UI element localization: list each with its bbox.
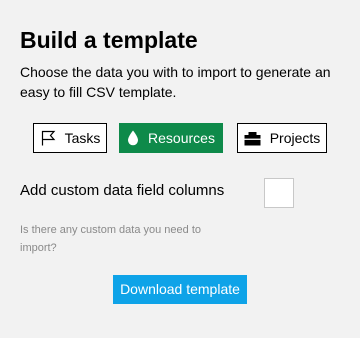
drop-icon bbox=[128, 130, 139, 146]
download-template-button[interactable]: Download template bbox=[113, 275, 247, 304]
tasks-button[interactable]: Tasks bbox=[33, 123, 107, 153]
resources-button-label: Resources bbox=[148, 130, 215, 146]
custom-fields-help: Is there any custom data you need to imp… bbox=[20, 224, 202, 254]
build-template-panel: Build a template Choose the data you wit… bbox=[0, 0, 360, 338]
flag-icon bbox=[41, 130, 55, 146]
projects-button[interactable]: Projects bbox=[237, 123, 327, 153]
tasks-button-label: Tasks bbox=[64, 130, 101, 146]
briefcase-icon bbox=[244, 131, 261, 145]
custom-fields-label: Add custom data field columns bbox=[20, 182, 225, 199]
page-description: Choose the data you with to import to ge… bbox=[20, 64, 331, 100]
projects-button-label: Projects bbox=[269, 130, 321, 146]
page-title: Build a template bbox=[20, 27, 198, 53]
custom-fields-checkbox[interactable] bbox=[264, 178, 294, 208]
resources-button[interactable]: Resources bbox=[119, 123, 223, 153]
